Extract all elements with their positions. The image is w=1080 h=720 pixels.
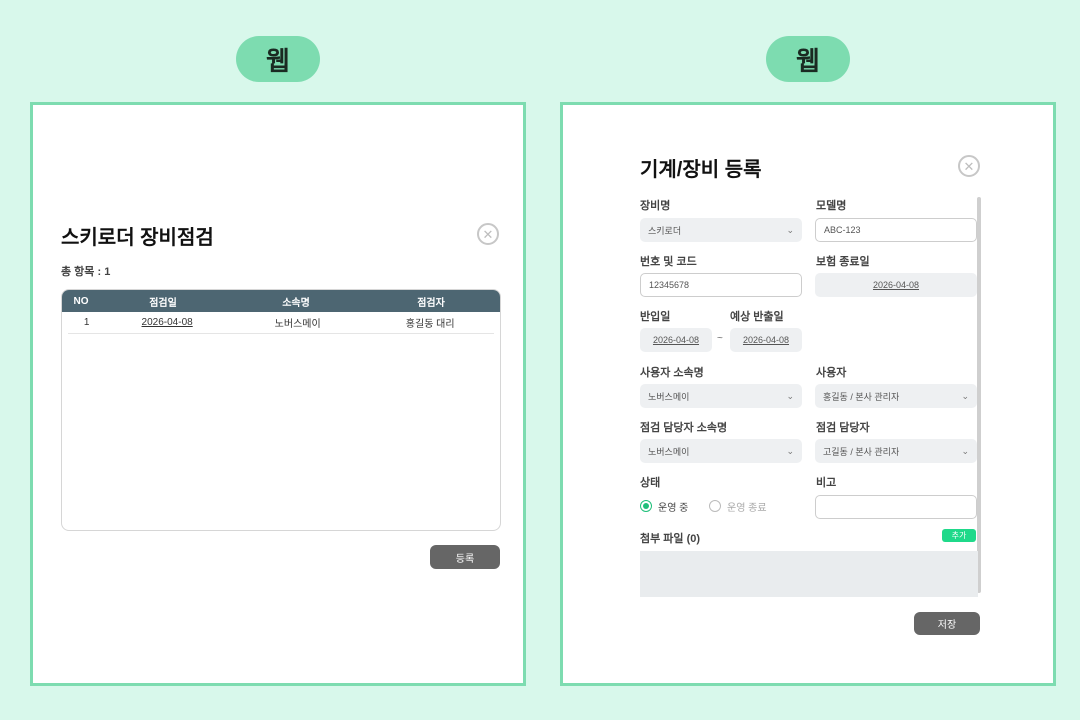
import-date[interactable]: 2026-04-08 xyxy=(640,328,712,352)
user-dept-value: 노버스메이 xyxy=(648,391,690,402)
equipment-register-panel: 기계/장비 등록 ✕ 장비명 스키로더 ⌄ 모델명 ABC-123 번호 및 코… xyxy=(560,102,1056,686)
note-label: 비고 xyxy=(816,477,837,489)
cell-inspector: 홍길동 대리 xyxy=(405,319,455,330)
panel-title: 기계/장비 등록 xyxy=(640,159,762,181)
chevron-down-icon: ⌄ xyxy=(961,445,969,456)
cell-date[interactable]: 2026-04-08 xyxy=(105,317,229,328)
equipment-name-label: 장비명 xyxy=(640,200,671,212)
scrollbar[interactable] xyxy=(977,197,981,593)
note-input[interactable] xyxy=(815,495,977,519)
table-row[interactable]: 1 2026-04-08 노버스메이 홍길동 대리 xyxy=(68,312,494,334)
status-radio-active[interactable] xyxy=(640,500,652,512)
chevron-down-icon: ⌄ xyxy=(786,224,794,235)
inspector-dept-select[interactable]: 노버스메이 ⌄ xyxy=(640,439,802,463)
header-dept: 소속명 xyxy=(282,297,310,309)
chevron-down-icon: ⌄ xyxy=(786,390,794,401)
user-label: 사용자 xyxy=(816,367,847,379)
register-button[interactable]: 등록 xyxy=(430,545,500,569)
status-radio-ended[interactable] xyxy=(709,500,721,512)
close-icon[interactable]: ✕ xyxy=(958,155,980,177)
user-dept-select[interactable]: 노버스메이 ⌄ xyxy=(640,384,802,408)
cell-dept: 노버스메이 xyxy=(274,319,321,330)
chevron-down-icon: ⌄ xyxy=(786,445,794,456)
model-name-label: 모델명 xyxy=(816,200,847,212)
inspector-select[interactable]: 고길동 / 본사 관리자 ⌄ xyxy=(815,439,977,463)
web-tag-right: 웹 xyxy=(766,36,850,82)
insurance-end-label: 보험 종료일 xyxy=(816,256,870,268)
expected-export-value: 2026-04-08 xyxy=(742,335,790,345)
status-option-active[interactable]: 운영 중 xyxy=(658,499,688,514)
close-icon[interactable]: ✕ xyxy=(477,223,499,245)
cell-no: 1 xyxy=(83,317,90,328)
inspection-table: NO 점검일 소속명 점검자 1 2026-04-08 노버스메이 홍길동 대리 xyxy=(61,289,501,531)
inspector-value: 고길동 / 본사 관리자 xyxy=(823,446,900,457)
inspector-label: 점검 담당자 xyxy=(816,422,870,434)
date-link[interactable]: 2026-04-08 xyxy=(142,317,193,328)
user-value: 홍길동 / 본사 관리자 xyxy=(823,391,900,402)
equipment-name-select[interactable]: 스키로더 ⌄ xyxy=(640,218,802,242)
import-date-value: 2026-04-08 xyxy=(652,335,700,345)
expected-export-label: 예상 반출일 xyxy=(730,311,784,323)
table-header: NO 점검일 소속명 점검자 xyxy=(62,290,500,312)
status-option-ended[interactable]: 운영 종료 xyxy=(727,499,767,514)
insurance-end-value: 2026-04-08 xyxy=(872,280,920,290)
web-tag-left: 웹 xyxy=(236,36,320,82)
import-date-label: 반입일 xyxy=(640,311,671,323)
range-separator: ~ xyxy=(717,333,723,344)
header-inspector: 점검자 xyxy=(417,297,445,309)
status-label: 상태 xyxy=(640,477,661,489)
header-date: 점검일 xyxy=(149,297,177,309)
total-count: 총 항목 : 1 xyxy=(61,266,111,278)
chevron-down-icon: ⌄ xyxy=(961,390,969,401)
user-dept-label: 사용자 소속명 xyxy=(640,367,704,379)
model-name-input[interactable]: ABC-123 xyxy=(815,218,977,242)
insurance-end-date[interactable]: 2026-04-08 xyxy=(815,273,977,297)
panel-title: 스키로더 장비점검 xyxy=(61,227,214,249)
attachments-label: 첨부 파일 (0) xyxy=(640,533,701,545)
number-code-input[interactable]: 12345678 xyxy=(640,273,802,297)
header-no: NO xyxy=(73,295,89,307)
inspector-dept-value: 노버스메이 xyxy=(648,446,690,457)
expected-export-date[interactable]: 2026-04-08 xyxy=(730,328,802,352)
equipment-name-value: 스키로더 xyxy=(648,225,682,236)
add-attachment-button[interactable]: 추가 xyxy=(942,529,976,542)
inspection-list-panel: 스키로더 장비점검 ✕ 총 항목 : 1 NO 점검일 소속명 점검자 1 20… xyxy=(30,102,526,686)
number-code-label: 번호 및 코드 xyxy=(640,256,697,268)
save-button[interactable]: 저장 xyxy=(914,612,980,635)
user-select[interactable]: 홍길동 / 본사 관리자 ⌄ xyxy=(815,384,977,408)
attachment-dropzone[interactable] xyxy=(640,551,978,597)
inspector-dept-label: 점검 담당자 소속명 xyxy=(640,422,728,434)
